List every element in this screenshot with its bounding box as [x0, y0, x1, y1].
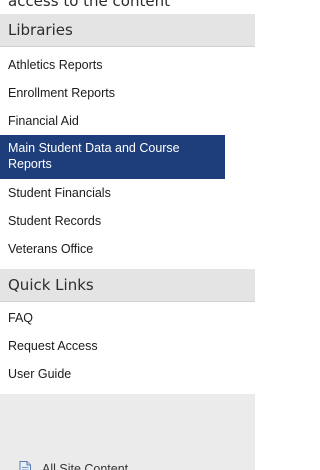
nav-item-student-financials[interactable]: Student Financials — [0, 179, 255, 207]
all-site-content-link[interactable]: All Site Content — [0, 456, 255, 470]
nav-item-student-records[interactable]: Student Records — [0, 207, 255, 235]
nav-item-request-access[interactable]: Request Access — [0, 332, 255, 360]
quick-links-heading[interactable]: Quick Links — [0, 269, 255, 302]
nav-item-user-guide[interactable]: User Guide — [0, 360, 255, 388]
nav-item-faq[interactable]: FAQ — [0, 304, 255, 332]
nav-item-enrollment-reports[interactable]: Enrollment Reports — [0, 79, 255, 107]
quick-links-list: FAQ Request Access User Guide — [0, 302, 255, 394]
panel-spacer — [0, 394, 255, 456]
quick-launch-panel: Libraries Athletics Reports Enrollment R… — [0, 14, 255, 470]
document-icon — [19, 461, 31, 470]
page-content-fragment: access to the content — [8, 0, 170, 10]
libraries-heading[interactable]: Libraries — [0, 14, 255, 47]
libraries-list: Athletics Reports Enrollment Reports Fin… — [0, 47, 255, 269]
nav-item-main-student-data-selected[interactable]: Main Student Data and Course Reports — [0, 135, 225, 179]
all-site-content-label: All Site Content — [42, 462, 129, 470]
nav-item-financial-aid[interactable]: Financial Aid — [0, 107, 255, 135]
nav-item-veterans-office[interactable]: Veterans Office — [0, 235, 255, 263]
nav-item-athletics-reports[interactable]: Athletics Reports — [0, 51, 255, 79]
